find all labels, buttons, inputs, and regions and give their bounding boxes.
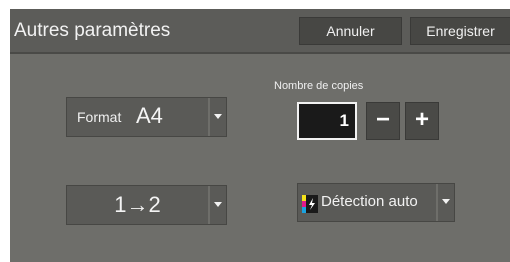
duplex-dropdown-toggle[interactable]	[208, 186, 226, 224]
decrement-copies-button[interactable]: −	[366, 102, 400, 140]
title-bar: Autres paramètres Annuler Enregistrer	[10, 9, 510, 54]
color-mode-value: Détection auto	[321, 193, 418, 210]
save-button[interactable]: Enregistrer	[410, 17, 510, 45]
settings-panel: Autres paramètres Annuler Enregistrer Fo…	[10, 9, 510, 262]
color-mode-dropdown-toggle[interactable]	[436, 184, 454, 221]
copies-label: Nombre de copies	[274, 80, 364, 92]
duplex-select[interactable]: 1→2	[67, 186, 208, 224]
format-label: Format	[77, 109, 122, 125]
copies-input[interactable]: 1	[297, 102, 357, 140]
format-dropdown-toggle[interactable]	[208, 98, 226, 136]
color-mode-dropdown[interactable]: Détection auto	[297, 183, 455, 222]
screen: Autres paramètres Annuler Enregistrer Fo…	[0, 0, 510, 262]
chevron-down-icon	[214, 114, 222, 119]
chevron-down-icon	[442, 199, 450, 204]
format-select[interactable]: Format A4	[67, 98, 208, 136]
format-dropdown[interactable]: Format A4	[66, 97, 227, 137]
cancel-button[interactable]: Annuler	[299, 17, 402, 45]
color-auto-detect-icon	[302, 195, 318, 213]
duplex-dropdown[interactable]: 1→2	[66, 185, 227, 225]
chevron-down-icon	[214, 202, 222, 207]
color-mode-select[interactable]: Détection auto	[298, 184, 436, 221]
page-title: Autres paramètres	[14, 20, 171, 41]
format-value: A4	[136, 103, 163, 128]
increment-copies-button[interactable]: +	[405, 102, 439, 140]
duplex-value: 1→2	[114, 192, 161, 217]
